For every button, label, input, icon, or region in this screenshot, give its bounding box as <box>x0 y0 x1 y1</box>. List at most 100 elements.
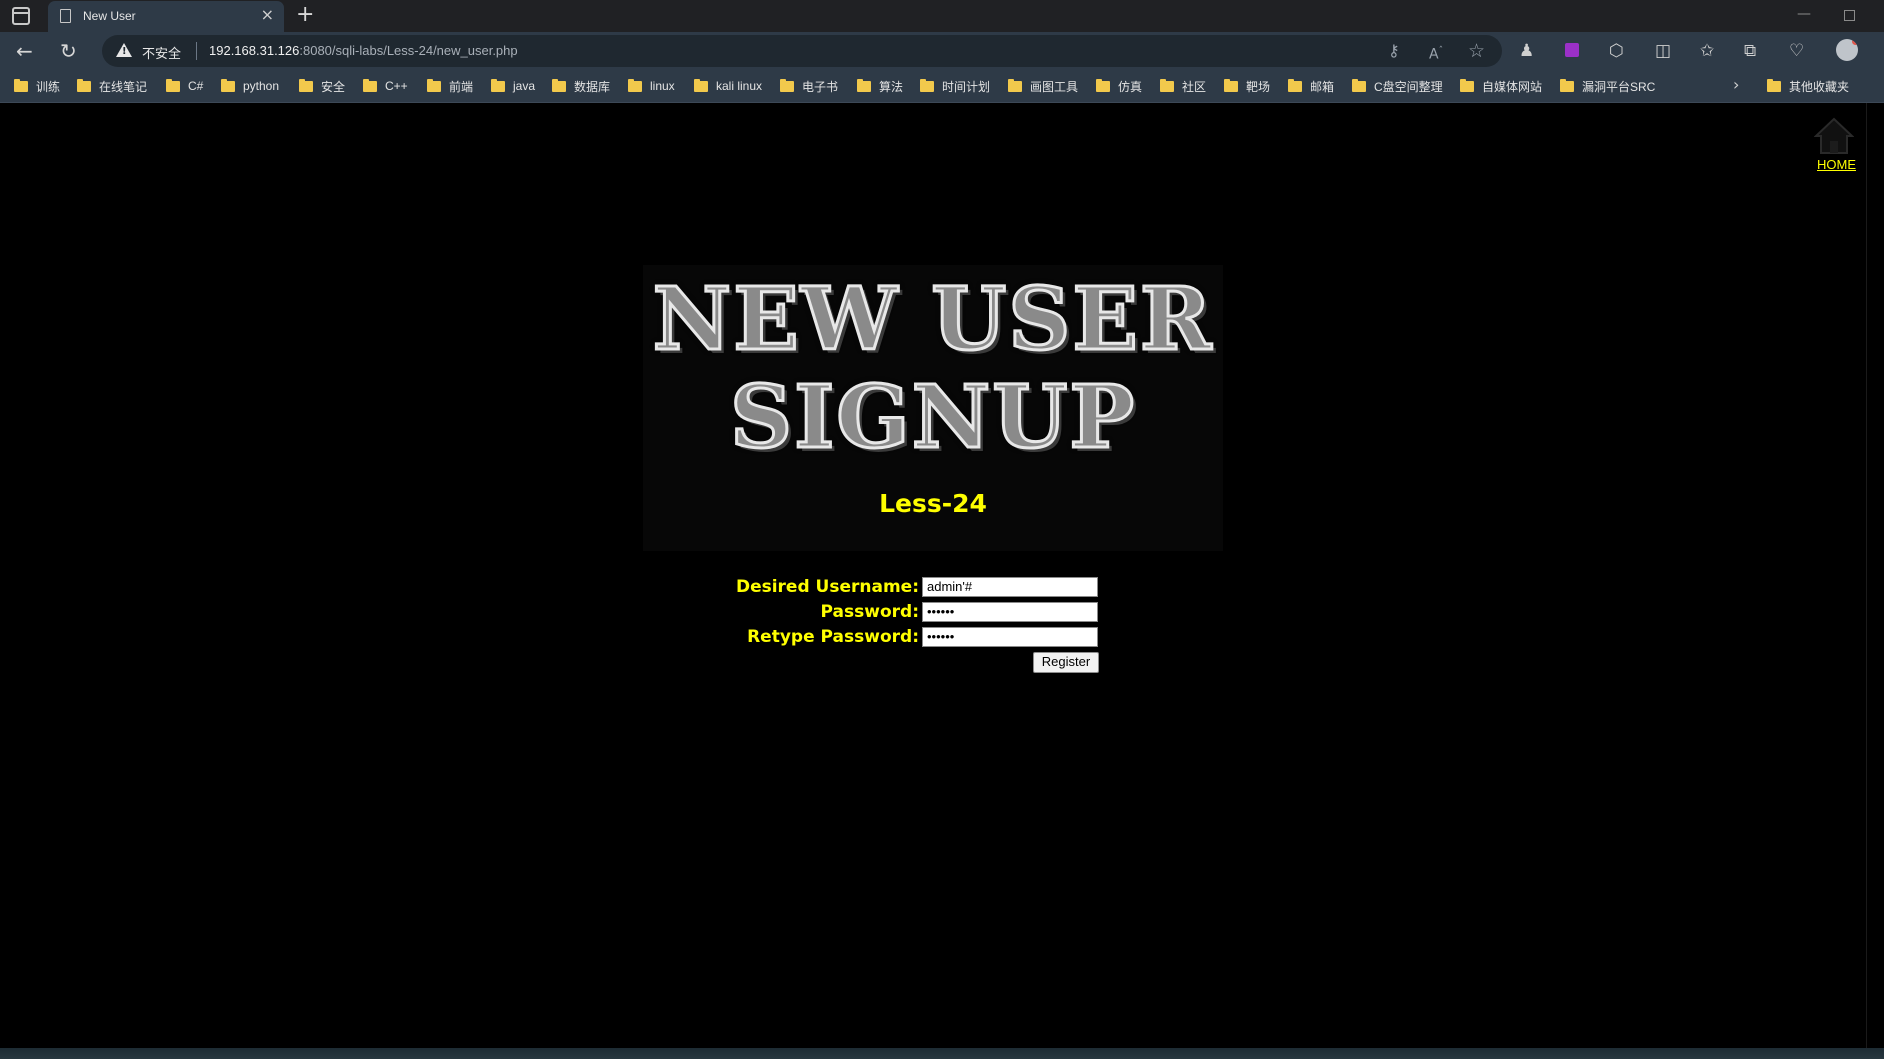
extensions-puzzle-icon[interactable]: ⬡ <box>1609 41 1624 61</box>
username-label: Desired Username: <box>735 577 919 597</box>
collections-icon[interactable]: ⧉ <box>1744 41 1756 61</box>
scrollbar[interactable] <box>1866 103 1884 1048</box>
bookmark-folder[interactable]: 在线笔记 <box>77 78 147 94</box>
insecure-label[interactable]: 不安全 <box>142 43 181 62</box>
purple-extension-icon[interactable] <box>1565 43 1579 57</box>
address-bar[interactable]: ! 不安全 192.168.31.126:8080/sqli-labs/Less… <box>102 35 1502 67</box>
lesson-title: Less-24 <box>879 489 987 518</box>
read-aloud-icon[interactable]: Aˆ <box>1429 41 1443 65</box>
home-link[interactable]: HOME <box>1817 157 1856 172</box>
bookmark-label: linux <box>650 79 675 93</box>
bookmark-label: 邮箱 <box>1310 79 1335 94</box>
bookmark-label: 电子书 <box>802 79 839 94</box>
retype-password-input[interactable]: •••••• <box>922 627 1098 647</box>
tab-close-icon[interactable]: × <box>261 7 274 23</box>
key-icon[interactable]: ⚷ <box>1388 41 1400 61</box>
bookmark-label: 安全 <box>321 79 346 94</box>
bookmark-label: 训练 <box>36 79 61 94</box>
profile-avatar[interactable] <box>1836 39 1858 61</box>
bookmark-label: 靶场 <box>1246 79 1271 94</box>
bookmark-folder[interactable]: python <box>221 78 279 94</box>
folder-icon <box>628 78 642 92</box>
bookmark-folder[interactable]: 仿真 <box>1096 78 1142 94</box>
folder-icon <box>1560 78 1574 92</box>
favorite-star-icon[interactable]: ☆ <box>1468 41 1485 61</box>
bookmark-label: 数据库 <box>574 79 611 94</box>
tab-title: New User <box>83 9 136 23</box>
url-path: :8080/sqli-labs/Less-24/new_user.php <box>299 43 518 58</box>
bookmark-folder[interactable]: C++ <box>363 78 408 94</box>
bookmark-folder[interactable]: C盘空间整理 <box>1352 78 1443 94</box>
tab-actions-icon[interactable] <box>12 7 30 25</box>
restore-icon[interactable] <box>1844 10 1855 21</box>
bookmark-folder[interactable]: 安全 <box>299 78 345 94</box>
folder-icon <box>363 78 377 92</box>
url-host: 192.168.31.126 <box>209 43 300 58</box>
password-input[interactable]: •••••• <box>922 602 1098 622</box>
favorites-icon[interactable]: ✩ <box>1700 41 1714 61</box>
folder-icon <box>1008 78 1022 92</box>
bookmark-folder[interactable]: 画图工具 <box>1008 78 1078 94</box>
bookmark-label: java <box>513 79 536 93</box>
folder-icon <box>552 78 566 92</box>
address-divider <box>196 42 197 60</box>
bookmark-folder[interactable]: 自媒体网站 <box>1460 78 1542 94</box>
folder-icon <box>1288 78 1302 92</box>
bookmark-label: 自媒体网站 <box>1482 79 1543 94</box>
new-tab-button[interactable]: + <box>296 2 314 28</box>
bookmark-label: C# <box>188 79 204 93</box>
folder-icon <box>780 78 794 92</box>
bookmark-label: 漏洞平台SRC <box>1582 79 1656 94</box>
retype-password-label: Retype Password: <box>747 627 919 647</box>
folder-icon <box>920 78 934 92</box>
folder-icon <box>857 78 871 92</box>
bookmark-label: kali linux <box>716 79 763 93</box>
bookmark-folder[interactable]: 电子书 <box>780 78 838 94</box>
bookmark-folder[interactable]: 算法 <box>857 78 903 94</box>
folder-icon <box>1096 78 1110 92</box>
split-screen-icon[interactable]: ◫ <box>1655 41 1671 61</box>
bookmark-folder[interactable]: C# <box>166 78 203 94</box>
back-icon[interactable]: ← <box>16 40 33 62</box>
home-icon[interactable] <box>1814 117 1854 155</box>
folder-icon <box>1352 78 1366 92</box>
other-bookmarks-folder[interactable]: 其他收藏夹 <box>1767 78 1849 94</box>
bookmark-folder[interactable]: 数据库 <box>552 78 610 94</box>
folder-icon <box>694 78 708 92</box>
extension-icon[interactable]: ♟ <box>1519 41 1534 61</box>
bookmark-folder[interactable]: kali linux <box>694 78 762 94</box>
username-input[interactable]: admin'# <box>922 577 1098 597</box>
tab-new-user[interactable]: New User × <box>48 1 284 32</box>
password-label: Password: <box>820 602 919 622</box>
bookmark-folder[interactable]: 时间计划 <box>920 78 990 94</box>
folder-icon <box>427 78 441 92</box>
bookmark-label: python <box>243 79 280 93</box>
bookmark-folder[interactable]: 靶场 <box>1224 78 1270 94</box>
bookmark-folder[interactable]: 前端 <box>427 78 473 94</box>
bookmark-folder[interactable]: 训练 <box>14 78 60 94</box>
folder-icon <box>299 78 313 92</box>
bookmark-folder[interactable]: linux <box>628 78 675 94</box>
minimize-icon[interactable]: — <box>1797 6 1811 22</box>
folder-icon <box>1460 78 1474 92</box>
bookmark-folder[interactable]: 漏洞平台SRC <box>1560 78 1655 94</box>
folder-icon <box>77 78 91 92</box>
bookmark-label: 社区 <box>1182 79 1207 94</box>
browser-toolbar: ← ↻ ! 不安全 192.168.31.126:8080/sqli-labs/… <box>0 32 1884 70</box>
bookmark-label: 其他收藏夹 <box>1789 79 1850 94</box>
folder-icon <box>14 78 28 92</box>
bookmark-folder[interactable]: 邮箱 <box>1288 78 1334 94</box>
browser-essentials-icon[interactable]: ♡ <box>1789 41 1804 61</box>
warning-icon[interactable]: ! <box>116 43 132 57</box>
banner-line-signup: SIGNUP <box>728 366 1137 470</box>
bookmark-folder[interactable]: java <box>491 78 535 94</box>
folder-icon <box>491 78 505 92</box>
bookmark-label: 在线笔记 <box>99 79 148 94</box>
register-button[interactable]: Register <box>1033 652 1099 673</box>
bookmark-label: 算法 <box>879 79 904 94</box>
url-text[interactable]: 192.168.31.126:8080/sqli-labs/Less-24/ne… <box>209 43 518 58</box>
refresh-icon[interactable]: ↻ <box>60 40 77 62</box>
bookmark-folder[interactable]: 社区 <box>1160 78 1206 94</box>
bookmark-label: 前端 <box>449 79 474 94</box>
chevron-right-icon[interactable]: › <box>1733 75 1739 94</box>
